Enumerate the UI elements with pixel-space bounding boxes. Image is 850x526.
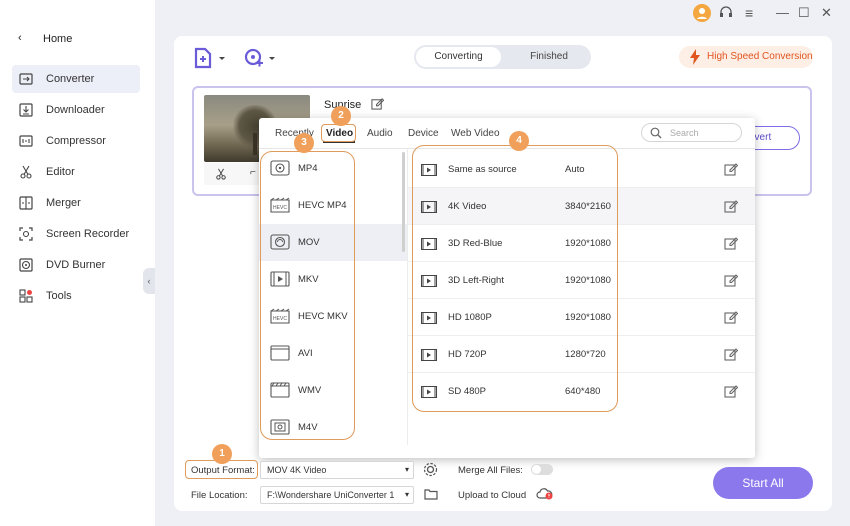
format-list-scrollbar[interactable]: [402, 152, 405, 252]
sidebar-item-editor[interactable]: Editor: [12, 158, 140, 186]
sidebar-item-dvd-burner[interactable]: DVD Burner: [12, 251, 140, 279]
tools-icon: [19, 289, 33, 303]
edit-title-icon[interactable]: [371, 97, 384, 110]
annotation-badge-2: 2: [331, 106, 351, 126]
annotation-box-presets: [412, 145, 618, 412]
annotation-box-video-tab: [321, 124, 356, 142]
crop-icon[interactable]: ⌐: [250, 167, 256, 178]
add-file-icon: [194, 47, 225, 69]
annotation-box-format-list: [260, 151, 355, 440]
sidebar-item-tools[interactable]: Tools: [12, 282, 140, 310]
edit-preset-icon[interactable]: [724, 347, 738, 361]
sidebar-item-merger[interactable]: Merger: [12, 189, 140, 217]
hamburger-icon[interactable]: ≡: [745, 5, 753, 21]
settings-icon[interactable]: [423, 462, 438, 477]
tab-audio[interactable]: Audio: [367, 128, 393, 139]
edit-preset-icon[interactable]: [724, 310, 738, 324]
disc-plus-icon: [244, 48, 275, 67]
output-format-select[interactable]: MOV 4K Video ▾: [260, 461, 414, 479]
sidebar-collapse-button[interactable]: ‹: [143, 268, 155, 294]
edit-preset-icon[interactable]: [724, 273, 738, 287]
headset-icon[interactable]: [719, 6, 733, 20]
start-all-button[interactable]: Start All: [713, 467, 813, 499]
status-toggle[interactable]: Converting Finished: [414, 45, 591, 69]
lightning-icon: [690, 49, 700, 65]
merge-label: Merge All Files:: [458, 465, 523, 476]
annotation-badge-3: 3: [294, 133, 314, 153]
output-format-label: Output Format:: [191, 465, 255, 476]
edit-preset-icon[interactable]: [724, 162, 738, 176]
chevron-left-icon: ‹: [18, 32, 22, 44]
tab-device[interactable]: Device: [408, 128, 439, 139]
user-icon: [697, 8, 707, 19]
add-device-button[interactable]: [243, 47, 277, 69]
format-search-input[interactable]: Search: [641, 123, 742, 142]
merger-icon: [19, 196, 33, 210]
tab-finished[interactable]: Finished: [509, 47, 589, 67]
screen-recorder-icon: [19, 227, 33, 241]
chevron-down-icon: ▾: [402, 487, 409, 503]
add-file-button[interactable]: [193, 47, 227, 69]
close-button[interactable]: ✕: [821, 5, 832, 21]
sidebar-item-compressor[interactable]: Compressor: [12, 127, 140, 155]
tab-web-video[interactable]: Web Video: [451, 128, 500, 139]
edit-preset-icon[interactable]: [724, 384, 738, 398]
annotation-badge-1: 1: [212, 444, 232, 464]
scissors-icon: [20, 165, 32, 179]
edit-preset-icon[interactable]: [724, 236, 738, 250]
downloader-icon: [19, 103, 33, 117]
merge-toggle[interactable]: [531, 464, 553, 475]
sidebar-item-screen-recorder[interactable]: Screen Recorder: [12, 220, 140, 248]
search-icon: [650, 127, 662, 139]
folder-icon[interactable]: [424, 488, 438, 500]
annotation-badge-4: 4: [509, 131, 529, 151]
chevron-down-icon: ▾: [404, 465, 409, 474]
avatar[interactable]: [693, 4, 711, 22]
file-location-select[interactable]: F:\Wondershare UniConverter 1 ▾: [260, 486, 414, 504]
converter-icon: [19, 73, 33, 85]
minimize-button[interactable]: —: [776, 5, 789, 20]
maximize-button[interactable]: ☐: [798, 5, 810, 21]
sidebar-item-converter[interactable]: Converter: [12, 65, 140, 93]
edit-preset-icon[interactable]: [724, 199, 738, 213]
cloud-icon[interactable]: [536, 487, 554, 501]
chevron-left-icon: ‹: [147, 276, 151, 286]
compressor-icon: [19, 135, 33, 147]
tab-converting[interactable]: Converting: [416, 47, 501, 67]
file-location-label: File Location:: [191, 490, 248, 501]
trim-icon[interactable]: [215, 168, 227, 180]
sidebar-item-downloader[interactable]: Downloader: [12, 96, 140, 124]
dvd-icon: [19, 258, 33, 272]
upload-to-cloud-label: Upload to Cloud: [458, 490, 527, 501]
high-speed-conversion-toggle[interactable]: High Speed Conversion: [679, 46, 813, 68]
